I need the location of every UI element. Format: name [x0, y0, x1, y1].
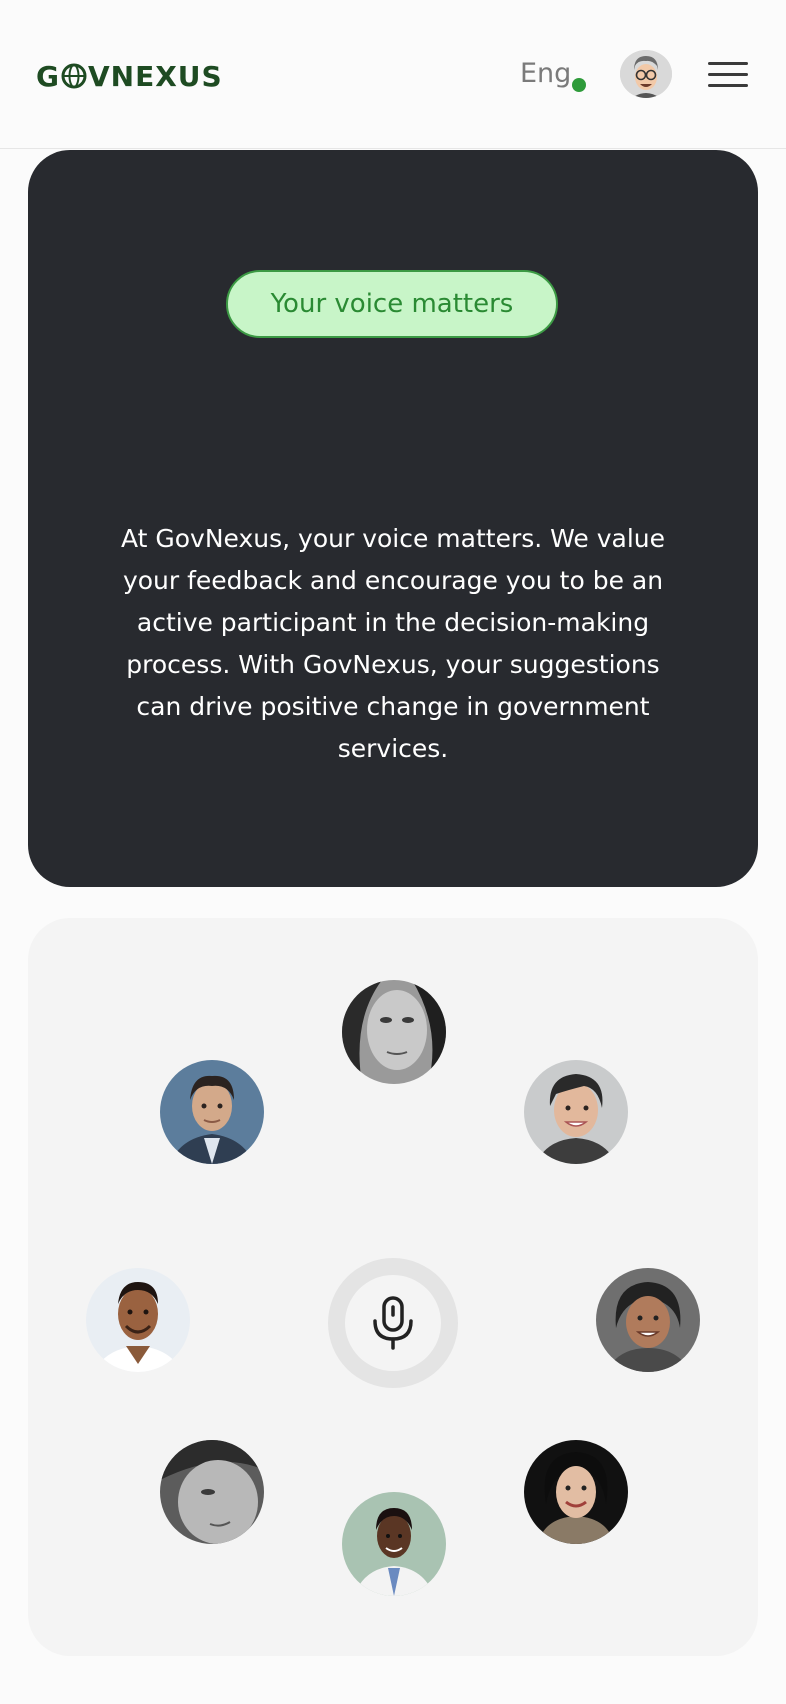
hero-card: Your voice matters At GovNexus, your voi… [28, 150, 758, 887]
voices-panel [28, 918, 758, 1656]
online-status-dot [572, 78, 586, 92]
participant-avatar-2[interactable] [160, 1060, 264, 1164]
participant-avatar-6[interactable] [160, 1440, 264, 1544]
voice-badge: Your voice matters [226, 270, 558, 338]
participant-avatar-1[interactable] [342, 980, 446, 1084]
language-selector[interactable]: Eng [520, 58, 571, 89]
participant-avatar-4[interactable] [86, 1268, 190, 1372]
hero-description: At GovNexus, your voice matters. We valu… [120, 524, 666, 763]
participant-avatar-7[interactable] [524, 1440, 628, 1544]
record-voice-button[interactable] [328, 1258, 458, 1388]
participant-avatar-5[interactable] [596, 1268, 700, 1372]
user-avatar[interactable] [620, 50, 672, 98]
microphone-icon [373, 1296, 413, 1350]
govnexus-logo[interactable]: G VNEXUS [36, 59, 223, 93]
top-header: G VNEXUS Eng [0, 0, 786, 149]
hamburger-menu-icon[interactable] [708, 60, 750, 90]
mic-button-inner [345, 1275, 441, 1371]
logo-suffix: VNEXUS [87, 59, 223, 93]
participant-avatar-3[interactable] [524, 1060, 628, 1164]
globe-icon [61, 63, 87, 89]
memoji-avatar-icon [620, 50, 672, 98]
participant-avatar-8[interactable] [342, 1492, 446, 1596]
logo-prefix: G [36, 59, 60, 93]
